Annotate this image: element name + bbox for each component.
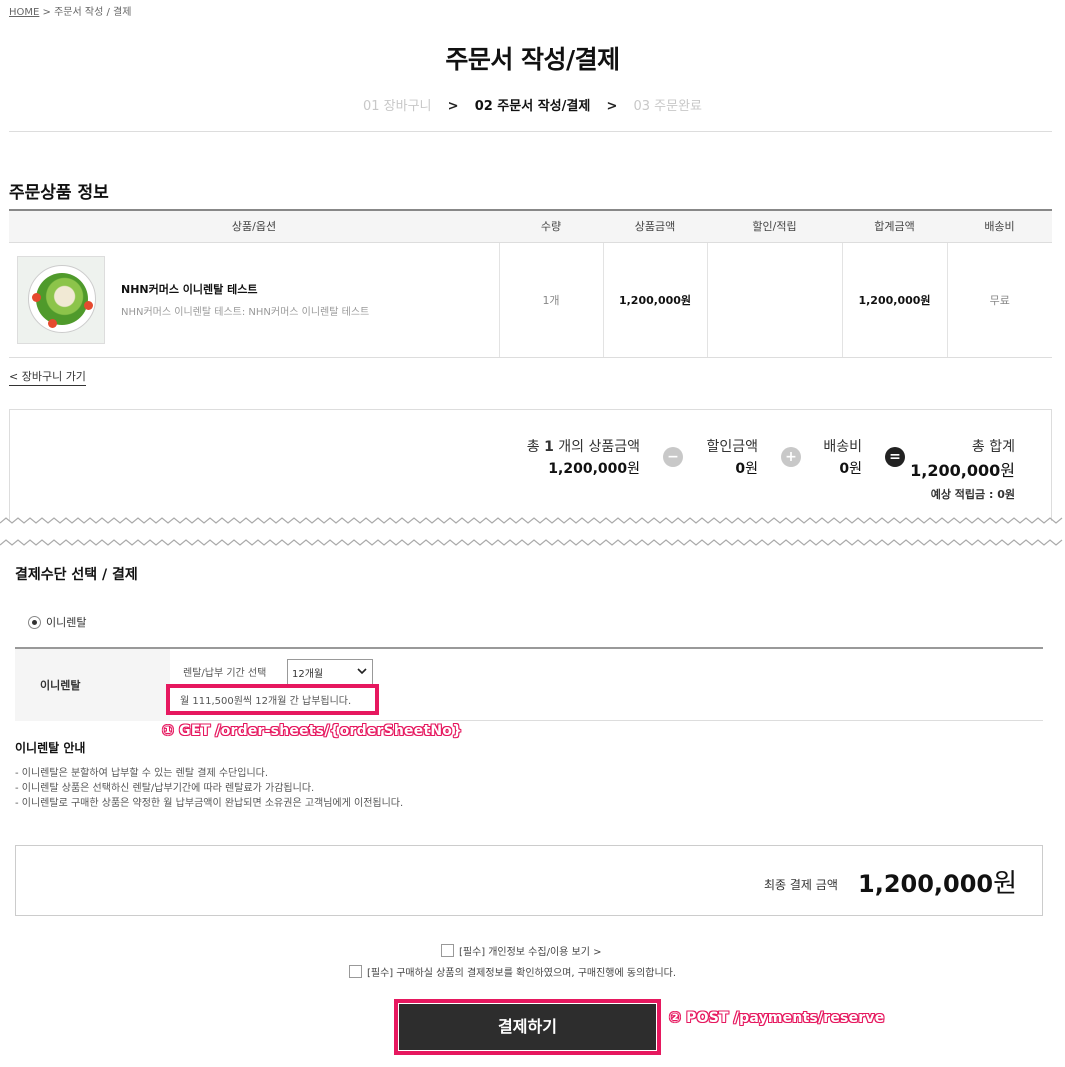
rental-notice: - 이니렌탈은 분할하여 납부할 수 있는 렌탈 결제 수단입니다. - 이니렌…	[15, 766, 403, 811]
col-header-discount: 할인/적립	[707, 210, 842, 243]
product-thumbnail[interactable]	[17, 255, 105, 344]
final-amount-label: 최종 결제 금액	[764, 878, 838, 892]
page-title: 주문서 작성/결제	[445, 45, 620, 74]
rental-notice-title: 이니렌탈 안내	[15, 741, 86, 755]
goods-amount: 1,200,000원	[548, 461, 640, 477]
agreement-privacy-prefix: [필수]	[459, 947, 486, 958]
order-items-table: 상품/옵션 수량 상품금액 할인/적립 합계금액 배송비 NHN커머스 이니렌탈	[9, 209, 1052, 358]
payment-method-radio[interactable]	[28, 615, 41, 629]
agreement-privacy-checkbox[interactable]	[441, 944, 454, 957]
breadcrumb-current: 주문서 작성 / 결제	[54, 7, 132, 18]
product-total: 1,200,000원	[841, 242, 947, 358]
divider	[9, 131, 1052, 132]
payment-method-label: 이니렌탈	[46, 616, 87, 629]
rental-row-header: 이니렌탈	[15, 649, 170, 721]
price-summary: 총 1 개의 상품금액 1,200,000원 − 할인금액 0원 + 배송비 0…	[9, 409, 1052, 521]
pay-button[interactable]: 결제하기	[399, 1004, 656, 1050]
page-break-wave-top	[0, 517, 1063, 524]
payment-title: 결제수단 선택 / 결제	[15, 567, 138, 583]
notice-line: - 이니렌탈은 분할하여 납부할 수 있는 렌탈 결제 수단입니다.	[15, 768, 269, 779]
breadcrumb: HOME > 주문서 작성 / 결제	[9, 3, 131, 18]
payment-method-option[interactable]: 이니렌탈	[28, 614, 86, 630]
table-row: NHN커머스 이니렌탈 테스트 NHN커머스 이니렌탈 테스트: NHN커머스 …	[9, 242, 1052, 358]
page-break-wave-bottom	[0, 539, 1063, 546]
agreement-purchase-checkbox[interactable]	[349, 965, 362, 978]
product-price: 1,200,000원	[602, 242, 707, 358]
shipping-label: 배송비	[823, 439, 862, 455]
step-arrow-icon: >	[447, 99, 459, 114]
agreement-purchase[interactable]: [필수] 구매하실 상품의 결제정보를 확인하였으며, 구매진행에 동의합니다.	[349, 964, 676, 979]
rental-period-value: 12개월	[292, 669, 324, 680]
step-complete: 03 주문완료	[633, 99, 703, 114]
back-to-cart-link[interactable]: < 장바구니 가기	[9, 368, 86, 386]
agreement-privacy-link[interactable]: 개인정보 수집/이용 보기 >	[488, 943, 601, 958]
col-header-product: 상품/옵션	[9, 210, 499, 243]
product-name[interactable]: NHN커머스 이니렌탈 테스트	[121, 281, 369, 297]
order-items-title: 주문상품 정보	[9, 183, 109, 203]
final-amount-box: 최종 결제 금액 1,200,000원	[15, 845, 1043, 916]
notice-line: - 이니렌탈 상품은 선택하신 렌탈/납부기간에 따라 렌탈료가 가감됩니다.	[15, 783, 315, 794]
product-shipping: 무료	[946, 242, 1052, 358]
api-annotation-post: ② POST /payments/reserve	[669, 1010, 885, 1026]
col-header-price: 상품금액	[603, 210, 707, 243]
product-discount	[706, 242, 842, 358]
breadcrumb-home-link[interactable]: HOME	[9, 7, 39, 18]
discount-amount: 0원	[735, 461, 758, 477]
final-amount: 1,200,000원	[858, 869, 1018, 899]
product-option: NHN커머스 이니렌탈 테스트: NHN커머스 이니렌탈 테스트	[121, 307, 370, 318]
step-arrow-icon: >	[606, 99, 618, 114]
table-header-row: 상품/옵션 수량 상품금액 할인/적립 합계금액 배송비	[9, 210, 1052, 243]
discount-label: 할인금액	[706, 439, 758, 455]
chevron-down-icon	[357, 668, 367, 675]
agreement-purchase-text: 구매하실 상품의 결제정보를 확인하였으며, 구매진행에 동의합니다.	[396, 968, 677, 979]
col-header-shipping: 배송비	[947, 210, 1052, 243]
product-cell: NHN커머스 이니렌탈 테스트 NHN커머스 이니렌탈 테스트: NHN커머스 …	[9, 242, 499, 358]
product-qty: 1개	[498, 242, 603, 358]
shipping-amount: 0원	[839, 461, 862, 477]
highlight-box-rental-desc: 월 111,500원씩 12개월 간 납부됩니다.	[166, 684, 379, 715]
col-header-qty: 수량	[499, 210, 603, 243]
step-cart: 01 장바구니	[362, 99, 432, 114]
rental-period-select[interactable]: 12개월	[287, 659, 373, 685]
expected-points: 예상 적립금 : 0원	[930, 488, 1015, 501]
notice-line: - 이니렌탈로 구매한 상품은 약정한 월 납부금액이 완납되면 소유권은 고객…	[15, 798, 404, 809]
breadcrumb-separator: >	[42, 7, 51, 18]
goods-count-label: 총 1 개의 상품금액	[526, 439, 640, 455]
rental-period-label: 렌탈/납부 기간 선택	[183, 668, 267, 679]
order-steps: 01 장바구니 > 02 주문서 작성/결제 > 03 주문완료	[0, 95, 1065, 114]
agreement-purchase-prefix: [필수]	[367, 968, 394, 979]
rental-period-description: 월 111,500원씩 12개월 간 납부됩니다.	[180, 696, 352, 707]
step-order-sheet: 02 주문서 작성/결제	[474, 99, 591, 114]
rental-row-label: 이니렌탈	[40, 679, 81, 692]
api-annotation-get: ① GET /order-sheets/{orderSheetNo}	[162, 723, 463, 739]
col-header-total: 합계금액	[842, 210, 947, 243]
total-label: 총 합계	[971, 439, 1015, 455]
agreement-privacy[interactable]: [필수] 개인정보 수집/이용 보기 >	[441, 943, 602, 958]
total-amount: 1,200,000원	[910, 461, 1015, 480]
